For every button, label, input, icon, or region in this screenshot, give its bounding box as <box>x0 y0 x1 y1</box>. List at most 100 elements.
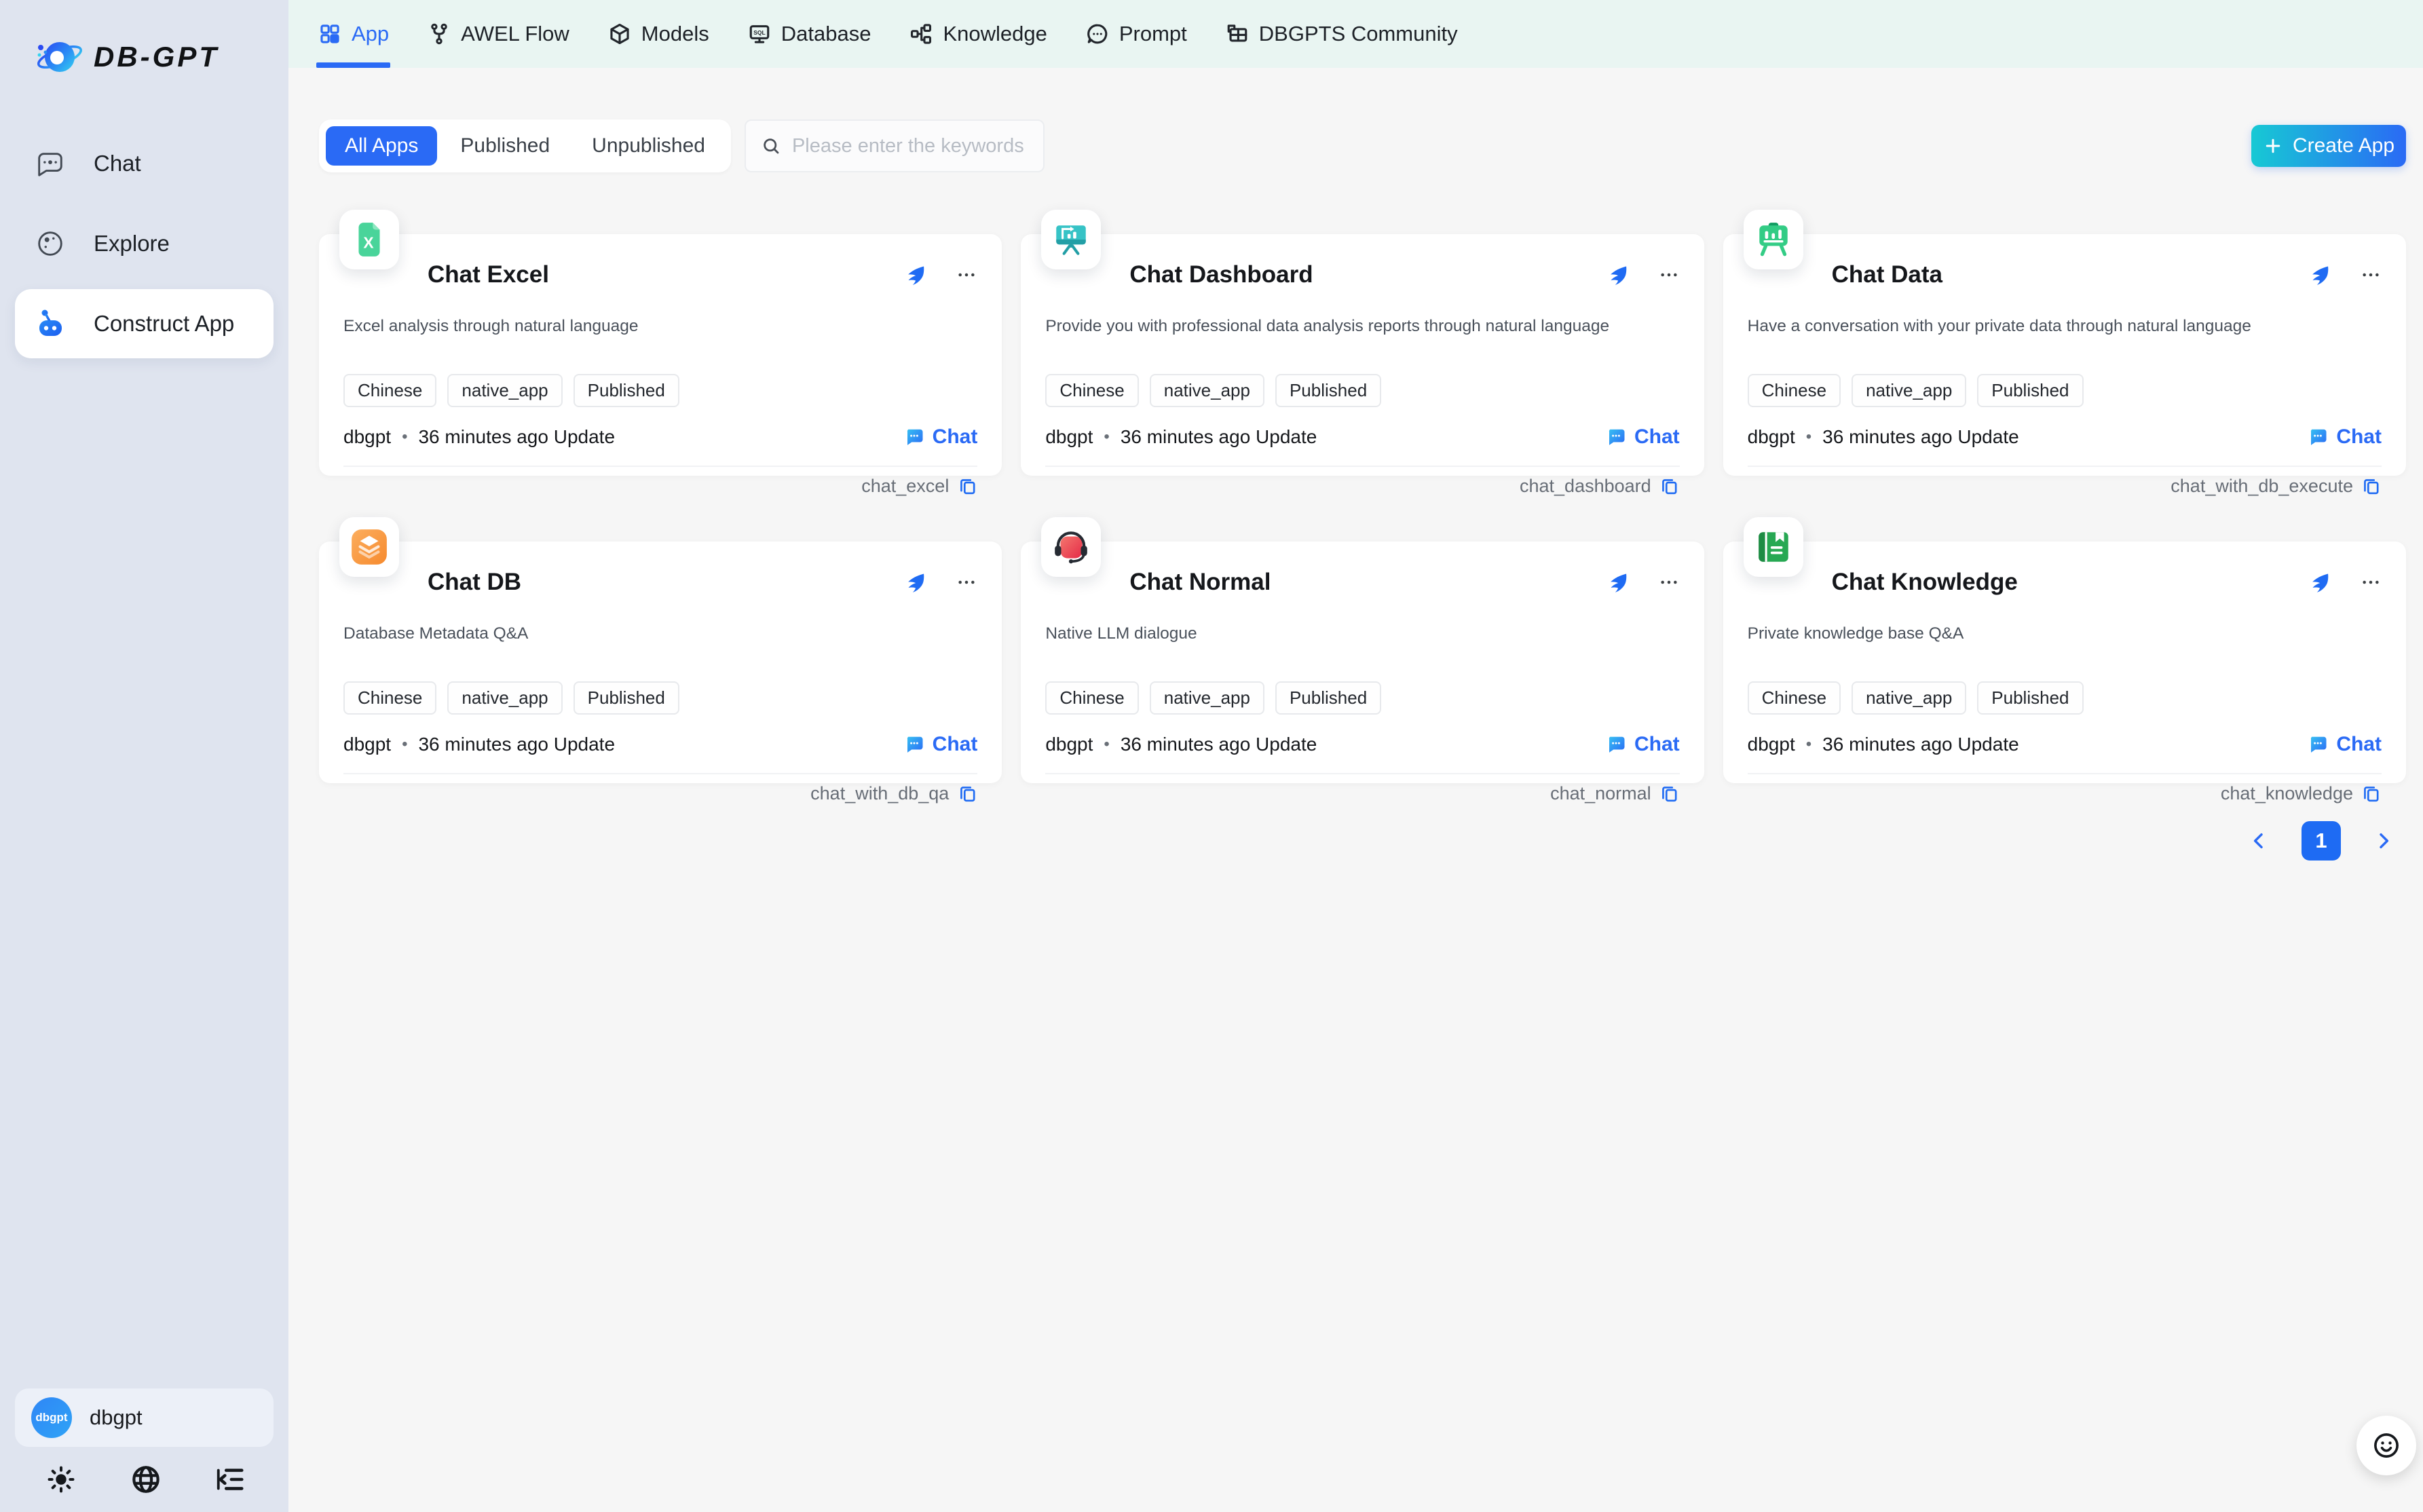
chat-button[interactable]: Chat <box>1606 426 1680 449</box>
meta-separator: • <box>1104 428 1109 447</box>
create-app-button[interactable]: Create App <box>2251 125 2406 167</box>
tab-models[interactable]: Models <box>607 0 709 68</box>
more-options-button[interactable] <box>1658 264 1680 286</box>
tag: native_app <box>447 681 562 715</box>
app-updated: 36 minutes ago Update <box>1121 734 1317 755</box>
tab-database[interactable]: SQL Database <box>747 0 871 68</box>
chat-button[interactable]: Chat <box>2308 426 2382 449</box>
tab-dbgpts-community[interactable]: DBGPTS Community <box>1225 0 1458 68</box>
tab-awel-flow[interactable]: AWEL Flow <box>427 0 569 68</box>
app-owner: dbgpt <box>1748 734 1795 755</box>
tag: native_app <box>1150 374 1264 407</box>
chat-button[interactable]: Chat <box>904 733 978 756</box>
app-card-chat-dashboard[interactable]: Chat Dashboard Provide you with professi… <box>1021 234 1704 476</box>
tag: Chinese <box>1748 374 1841 407</box>
copy-icon[interactable] <box>2361 476 2382 496</box>
more-options-button[interactable] <box>956 264 977 286</box>
next-page-button[interactable] <box>2372 829 2395 852</box>
search-input[interactable] <box>792 135 1028 157</box>
dashboard-monitor-icon <box>1041 210 1101 269</box>
headset-icon <box>1041 517 1101 577</box>
copy-icon[interactable] <box>2361 783 2382 804</box>
chat-button[interactable]: Chat <box>2308 733 2382 756</box>
dingtalk-share-icon[interactable] <box>1607 571 1628 593</box>
tab-label: Knowledge <box>943 22 1047 46</box>
app-card-chat-knowledge[interactable]: Chat Knowledge Private knowledge base Q&… <box>1723 542 2406 783</box>
copy-icon[interactable] <box>957 783 977 804</box>
app-card-description: Provide you with professional data analy… <box>1045 317 1679 336</box>
logo[interactable]: DB-GPT <box>34 31 288 83</box>
tab-knowledge[interactable]: Knowledge <box>909 0 1047 68</box>
meta-separator: • <box>1806 428 1811 447</box>
tag: native_app <box>1852 681 1966 715</box>
app-card-description: Database Metadata Q&A <box>343 624 977 643</box>
search-box <box>745 119 1045 172</box>
chat-button-label: Chat <box>1634 426 1680 449</box>
sidebar-item-chat[interactable]: Chat <box>15 129 274 198</box>
filter-all-apps[interactable]: All Apps <box>326 126 437 166</box>
sidebar-item-label: Explore <box>94 231 170 257</box>
globe-icon <box>130 1464 162 1495</box>
app-card-tags: Chinese native_app Published <box>1045 681 1679 715</box>
app-card-description: Excel analysis through natural language <box>343 317 977 336</box>
sidebar: DB-GPT Chat <box>0 0 288 1512</box>
data-easel-icon <box>1744 210 1803 269</box>
dingtalk-share-icon[interactable] <box>2308 264 2330 286</box>
more-options-button[interactable] <box>956 571 977 593</box>
tag: native_app <box>447 374 562 407</box>
copy-icon[interactable] <box>957 476 977 496</box>
dingtalk-share-icon[interactable] <box>904 264 926 286</box>
dingtalk-share-icon[interactable] <box>904 571 926 593</box>
tab-prompt[interactable]: Prompt <box>1085 0 1187 68</box>
sun-icon <box>46 1464 76 1494</box>
chat-button[interactable]: Chat <box>904 426 978 449</box>
more-options-button[interactable] <box>1658 571 1680 593</box>
app-card-chat-normal[interactable]: Chat Normal Native LLM dialogue Chinese … <box>1021 542 1704 783</box>
app-card-description: Private knowledge base Q&A <box>1748 624 2382 643</box>
feedback-button[interactable] <box>2356 1416 2416 1475</box>
app-updated: 36 minutes ago Update <box>418 734 615 755</box>
chat-button[interactable]: Chat <box>1606 733 1680 756</box>
app-card-chat-excel[interactable]: X Chat Excel Excel analysis through natu <box>319 234 1002 476</box>
cube-icon <box>607 22 632 46</box>
more-options-button[interactable] <box>2360 571 2382 593</box>
sidebar-item-construct-app[interactable]: Construct App <box>15 289 274 358</box>
page-1-button[interactable]: 1 <box>2302 821 2341 861</box>
network-nodes-icon <box>909 22 933 46</box>
app-card-tags: Chinese native_app Published <box>1748 374 2382 407</box>
sidebar-item-label: Construct App <box>94 311 234 337</box>
svg-text:X: X <box>363 233 373 251</box>
filter-tabs: All Apps Published Unpublished <box>319 119 731 172</box>
meta-separator: • <box>1104 735 1109 754</box>
app-owner: dbgpt <box>343 734 391 755</box>
dingtalk-share-icon[interactable] <box>2308 571 2330 593</box>
sidebar-footer <box>0 1458 288 1512</box>
sidebar-nav: Chat Explore <box>0 129 288 358</box>
app-card-chat-db[interactable]: Chat DB Database Metadata Q&A Chinese na… <box>319 542 1002 783</box>
layers-icon <box>339 517 399 577</box>
tag: native_app <box>1150 681 1264 715</box>
app-card-chat-data[interactable]: Chat Data Have a conversation with your … <box>1723 234 2406 476</box>
tag: Published <box>574 374 679 407</box>
app-card-tags: Chinese native_app Published <box>343 374 977 407</box>
copy-icon[interactable] <box>1659 783 1680 804</box>
dingtalk-share-icon[interactable] <box>1607 264 1628 286</box>
book-icon <box>1744 517 1803 577</box>
tab-app[interactable]: App <box>318 0 389 68</box>
sidebar-item-explore[interactable]: Explore <box>15 209 274 278</box>
filter-unpublished[interactable]: Unpublished <box>573 126 724 166</box>
app-card-title: Chat Normal <box>1129 569 1606 596</box>
language-button[interactable] <box>128 1462 164 1497</box>
chat-button-label: Chat <box>1634 733 1680 756</box>
more-options-button[interactable] <box>2360 264 2382 286</box>
user-profile[interactable]: dbgpt dbgpt <box>15 1388 274 1447</box>
filter-published[interactable]: Published <box>441 126 569 166</box>
app-updated: 36 minutes ago Update <box>418 426 615 448</box>
collapse-sidebar-button[interactable] <box>212 1462 248 1497</box>
theme-toggle-button[interactable] <box>43 1462 79 1497</box>
chat-gradient-bubble-icon <box>904 427 924 447</box>
prev-page-button[interactable] <box>2247 829 2270 852</box>
copy-icon[interactable] <box>1659 476 1680 496</box>
excel-sheet-icon: X <box>339 210 399 269</box>
chat-gradient-bubble-icon <box>904 734 924 755</box>
